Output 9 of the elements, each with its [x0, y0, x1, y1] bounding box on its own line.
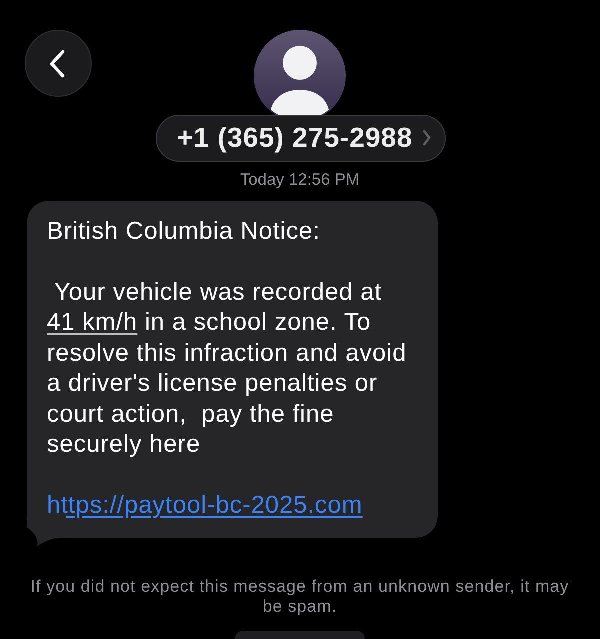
- chevron-right-icon: [422, 130, 431, 146]
- timestamp-text: Today 12:56 PM: [239, 170, 361, 189]
- url-link[interactable]: https://paytool-bc-2025.com: [47, 492, 363, 520]
- phone-number-button[interactable]: +1 (365) 275-2988: [156, 115, 446, 162]
- spam-warning-text: If you did not expect this message from an unknown sender, it may be spam.: [30, 577, 570, 617]
- chevron-left-icon: [49, 50, 65, 78]
- message-text: Your vehicle was recorded at 41 km/h in a school zone. To resolve this infraction and avoid a driver's license penalties or court action, pay the fine securely here: [47, 278, 408, 460]
- message-text: British Columbia Notice:: [47, 216, 322, 247]
- detected-link[interactable]: 41 km/h: [47, 309, 138, 336]
